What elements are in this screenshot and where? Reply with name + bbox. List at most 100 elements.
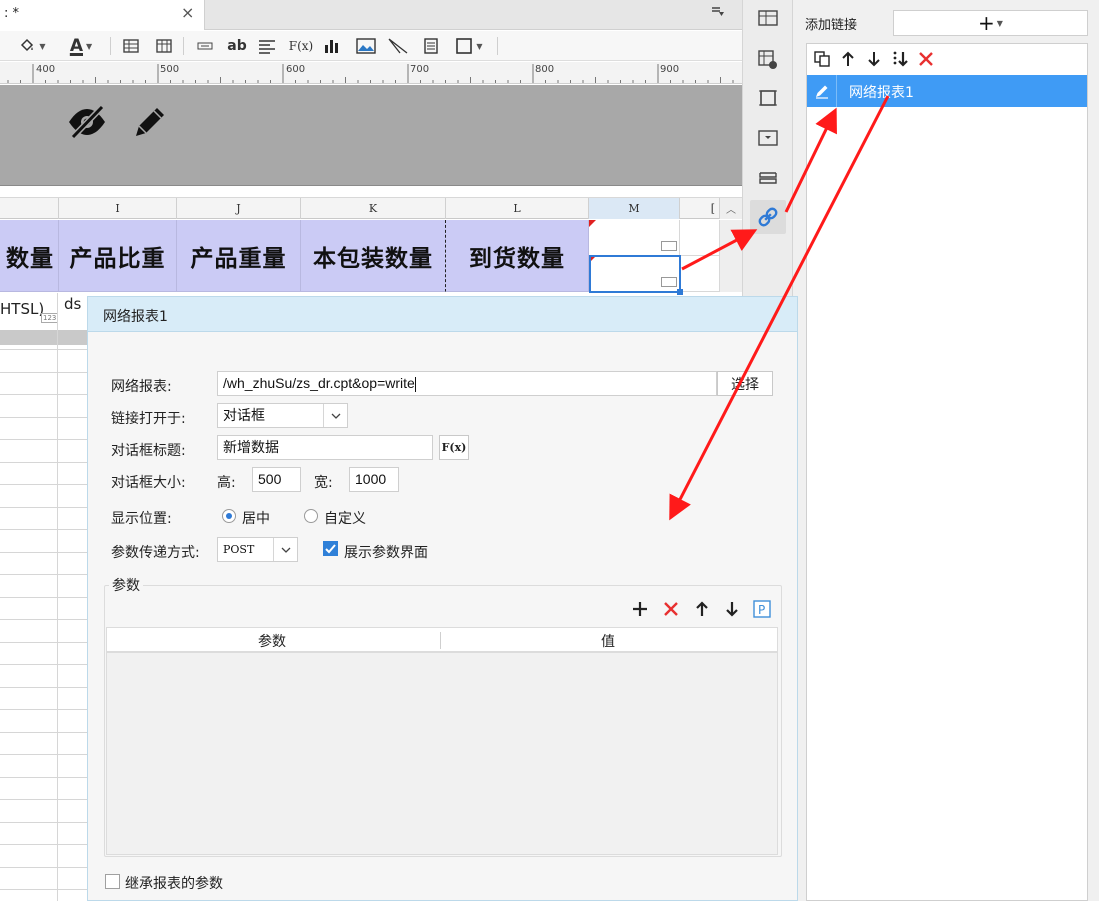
- bar-chart-icon: [325, 40, 338, 53]
- open-in-select[interactable]: 对话框: [217, 403, 348, 428]
- formula-button[interactable]: F(x): [439, 435, 469, 460]
- param-method-label: 参数传递方式:: [111, 545, 200, 561]
- slash-button[interactable]: [386, 34, 410, 58]
- dialog-title-bar: 网络报表1: [88, 297, 797, 332]
- cell-attr-tab[interactable]: [756, 6, 780, 30]
- close-icon[interactable]: ×: [181, 3, 194, 22]
- move-down-button[interactable]: [863, 48, 885, 70]
- grid-line: [0, 372, 87, 373]
- widget-button[interactable]: [420, 34, 442, 58]
- column-header-blank[interactable]: [0, 198, 59, 219]
- edit-link-button[interactable]: [807, 75, 837, 107]
- report-label: 网络报表:: [111, 379, 172, 395]
- grid-line: [0, 687, 87, 688]
- grid-cell[interactable]: [680, 220, 720, 256]
- formula-button[interactable]: F(x): [287, 34, 315, 58]
- header-cell[interactable]: 到货数量: [446, 220, 589, 292]
- link-list: 网络报表1: [806, 43, 1088, 901]
- cell-type-badge: 123: [41, 313, 59, 323]
- param-move-down-button[interactable]: [721, 598, 743, 620]
- copy-button[interactable]: [811, 48, 833, 70]
- grid-line: [0, 529, 87, 530]
- param-method-value: POST: [223, 543, 255, 556]
- fill-handle[interactable]: [677, 289, 683, 295]
- merge-button[interactable]: [153, 34, 175, 58]
- column-header-m[interactable]: M: [589, 198, 680, 219]
- border-button[interactable]: [120, 34, 142, 58]
- report-path-input[interactable]: /wh_zhuSu/zs_dr.cpt&op=write: [217, 371, 717, 396]
- scroll-up-icon[interactable]: ︿: [720, 198, 742, 219]
- table-icon: [123, 39, 139, 53]
- add-link-button[interactable]: + ▼: [893, 10, 1088, 36]
- document-tab[interactable]: : * ×: [0, 0, 205, 30]
- horizontal-ruler: 400 500 600 700 800 900: [0, 62, 742, 84]
- height-label: 高:: [217, 475, 236, 491]
- position-label: 显示位置:: [111, 511, 172, 527]
- inherit-params-label: 继承报表的参数: [125, 876, 223, 892]
- image-button[interactable]: [354, 34, 378, 58]
- position-custom-radio[interactable]: [304, 509, 318, 523]
- cell-element-tab[interactable]: [756, 48, 780, 72]
- ruler-label: 800: [535, 64, 555, 75]
- border-style-button[interactable]: ▼: [451, 34, 487, 58]
- grid-cell-m1[interactable]: [589, 220, 680, 256]
- delete-button[interactable]: [915, 48, 937, 70]
- delete-param-button[interactable]: [660, 598, 682, 620]
- grid-line: [0, 889, 87, 890]
- column-header-j[interactable]: J: [177, 198, 301, 219]
- cell-widget-icon: [661, 277, 677, 287]
- text-button[interactable]: ab: [224, 34, 250, 58]
- param-move-up-button[interactable]: [691, 598, 713, 620]
- position-center-label: 居中: [242, 511, 270, 527]
- width-label: 宽:: [314, 475, 333, 491]
- condition-tab[interactable]: [756, 166, 780, 190]
- grid-line: [0, 642, 87, 643]
- arrow-up-icon: [842, 51, 854, 66]
- height-input[interactable]: 500: [252, 467, 301, 492]
- selected-cell[interactable]: [589, 255, 683, 295]
- param-p-button[interactable]: P: [751, 598, 773, 620]
- link-list-item[interactable]: 网络报表1: [807, 75, 1087, 107]
- font-color-icon: A: [69, 36, 83, 56]
- header-cell[interactable]: 产品比重: [59, 220, 177, 292]
- plus-icon: [633, 602, 647, 616]
- textbox-button[interactable]: [194, 34, 216, 58]
- value-column-header[interactable]: 值: [601, 631, 615, 651]
- add-param-button[interactable]: [629, 598, 651, 620]
- width-input[interactable]: 1000: [349, 467, 399, 492]
- border-tab[interactable]: [756, 86, 780, 110]
- fill-color-button[interactable]: ▼: [14, 34, 50, 58]
- toolbar-separator: [183, 37, 184, 55]
- cell-text: HTSL): [0, 300, 45, 318]
- show-param-ui-checkbox[interactable]: [323, 541, 338, 556]
- chart-button[interactable]: [321, 34, 343, 58]
- header-cell[interactable]: 产品重量: [177, 220, 301, 292]
- param-method-select[interactable]: POST: [217, 537, 298, 562]
- inherit-params-checkbox[interactable]: [105, 874, 120, 889]
- move-up-button[interactable]: [837, 48, 859, 70]
- ruler-label: 500: [160, 64, 180, 75]
- font-color-button[interactable]: A ▼: [62, 34, 100, 58]
- tab-menu-icon[interactable]: [711, 6, 725, 21]
- select-button[interactable]: 选择: [717, 371, 773, 396]
- align-button[interactable]: [256, 34, 278, 58]
- dialog-title-input[interactable]: 新增数据: [217, 435, 433, 460]
- move-bottom-button[interactable]: [889, 48, 911, 70]
- param-column-header[interactable]: 参数: [258, 631, 286, 651]
- text-cursor: [414, 376, 416, 392]
- eye-off-icon[interactable]: [66, 102, 108, 142]
- pencil-icon[interactable]: [130, 102, 170, 142]
- column-header-l[interactable]: L: [446, 198, 589, 219]
- grid-cell[interactable]: [680, 256, 720, 292]
- show-param-ui-label: 展示参数界面: [344, 545, 428, 561]
- position-center-radio[interactable]: [222, 509, 236, 523]
- header-cell[interactable]: 数量: [0, 220, 59, 292]
- widget-tab[interactable]: [756, 126, 780, 150]
- vertical-scrollbar[interactable]: [720, 220, 742, 292]
- column-header-i[interactable]: I: [59, 198, 177, 219]
- grid-line: [0, 664, 87, 665]
- header-cell[interactable]: 本包装数量: [301, 220, 446, 292]
- column-header-n[interactable]: [: [680, 198, 720, 219]
- column-header-k[interactable]: K: [301, 198, 446, 219]
- hyperlink-tab[interactable]: [750, 200, 786, 234]
